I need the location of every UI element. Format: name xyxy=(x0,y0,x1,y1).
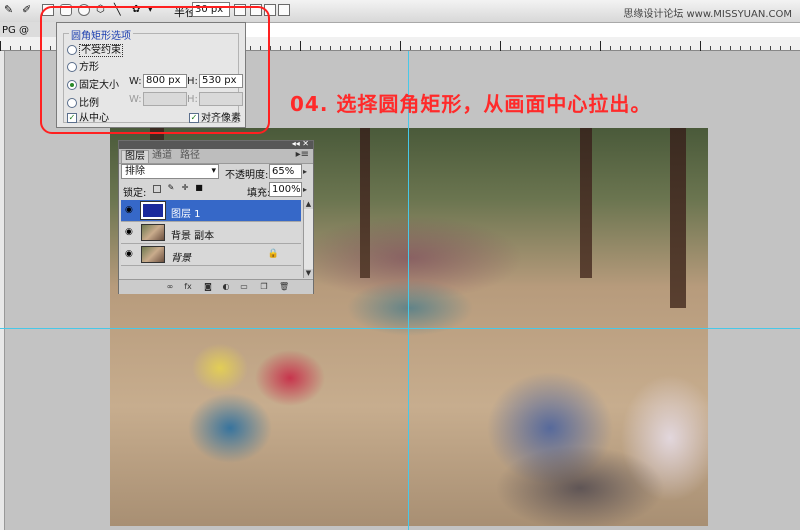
layer-thumbnail xyxy=(141,224,165,241)
horizontal-guide[interactable] xyxy=(0,328,800,329)
lock-all-icon[interactable]: ■ xyxy=(195,184,203,193)
lock-position-icon[interactable]: ✛ xyxy=(181,184,189,193)
adjustment-layer-icon[interactable]: ◐ xyxy=(221,282,231,291)
lock-image-icon[interactable]: ✎ xyxy=(167,184,175,193)
layer-row[interactable]: ◉ 图层 1 xyxy=(121,200,301,222)
layer-thumbnail xyxy=(141,246,165,263)
new-group-icon[interactable]: ▭ xyxy=(239,282,249,291)
panel-menu-icon[interactable]: ▸≡ xyxy=(296,149,309,160)
photoshop-window: ✎ ✐ ⬡ ╲ ✿ ▾ 半径: 30 px 思缘设计论坛 www.MISSYUA… xyxy=(0,0,800,530)
tree-trunk xyxy=(670,128,686,308)
scroll-down-icon[interactable]: ▼ xyxy=(304,269,313,278)
layer-name: 图层 1 xyxy=(171,209,201,220)
vertical-guide[interactable] xyxy=(408,51,409,530)
blend-mode-select[interactable]: 排除 xyxy=(121,164,219,179)
highlight-outline xyxy=(40,6,270,134)
panel-footer: ∞ fx ◙ ◐ ▭ ❐ 🗑 xyxy=(119,279,313,294)
lock-label: 锁定: xyxy=(123,188,147,199)
layer-style-icon[interactable]: fx xyxy=(183,282,193,291)
eye-icon[interactable]: ◉ xyxy=(125,228,135,237)
opacity-input[interactable]: 65% xyxy=(269,164,302,179)
lock-icon: 🔒 xyxy=(267,249,279,259)
new-layer-icon[interactable]: ❐ xyxy=(259,282,269,291)
vertical-ruler xyxy=(0,51,5,530)
lock-transparency-icon[interactable] xyxy=(153,185,161,193)
layers-panel: ◂◂ ✕ 图层 通道 路径 ▸≡ 排除 不透明度: 65% ▸ 锁定: ✎ ✛ … xyxy=(118,139,314,294)
layer-name: 背景 xyxy=(171,253,191,264)
eye-icon[interactable]: ◉ xyxy=(125,206,135,215)
layer-row[interactable]: ◉ 背景 副本 xyxy=(121,222,301,244)
opacity-arrow-icon[interactable]: ▸ xyxy=(303,165,311,178)
layer-thumbnail xyxy=(140,201,166,220)
step-caption: 04. 选择圆角矩形，从画面中心拉出。 xyxy=(290,92,652,116)
scroll-up-icon[interactable]: ▲ xyxy=(304,200,313,209)
trash-icon[interactable]: 🗑 xyxy=(279,282,289,291)
freeform-pen-icon[interactable]: ✐ xyxy=(22,4,34,16)
layer-name: 背景 副本 xyxy=(171,231,215,242)
opacity-label: 不透明度: xyxy=(225,170,269,181)
fill-label: 填充: xyxy=(247,188,271,199)
layer-list: ◉ 图层 1 ◉ 背景 副本 ◉ 背景 🔒 xyxy=(121,200,301,278)
pen-tool-icon[interactable]: ✎ xyxy=(4,4,16,16)
link-layers-icon[interactable]: ∞ xyxy=(165,282,175,291)
tree-trunk xyxy=(360,128,370,278)
collapse-icon[interactable]: ◂◂ ✕ xyxy=(292,139,309,148)
tab-channels[interactable]: 通道 xyxy=(149,150,175,162)
intersect-shape-icon[interactable] xyxy=(278,4,290,16)
layer-list-scrollbar[interactable]: ▲ ▼ xyxy=(303,200,313,278)
add-mask-icon[interactable]: ◙ xyxy=(203,282,213,291)
tree-trunk xyxy=(580,128,592,278)
panel-tabs: 图层 通道 路径 ▸≡ xyxy=(119,149,313,164)
watermark: 思缘设计论坛 www.MISSYUAN.COM xyxy=(623,9,792,20)
fill-arrow-icon[interactable]: ▸ xyxy=(303,183,311,196)
panel-title-bar[interactable]: ◂◂ ✕ xyxy=(119,139,313,149)
tab-paths[interactable]: 路径 xyxy=(177,150,203,162)
fill-input[interactable]: 100% xyxy=(269,182,302,197)
tab-layers[interactable]: 图层 xyxy=(121,150,149,163)
eye-icon[interactable]: ◉ xyxy=(125,250,135,259)
layer-row[interactable]: ◉ 背景 🔒 xyxy=(121,244,301,266)
